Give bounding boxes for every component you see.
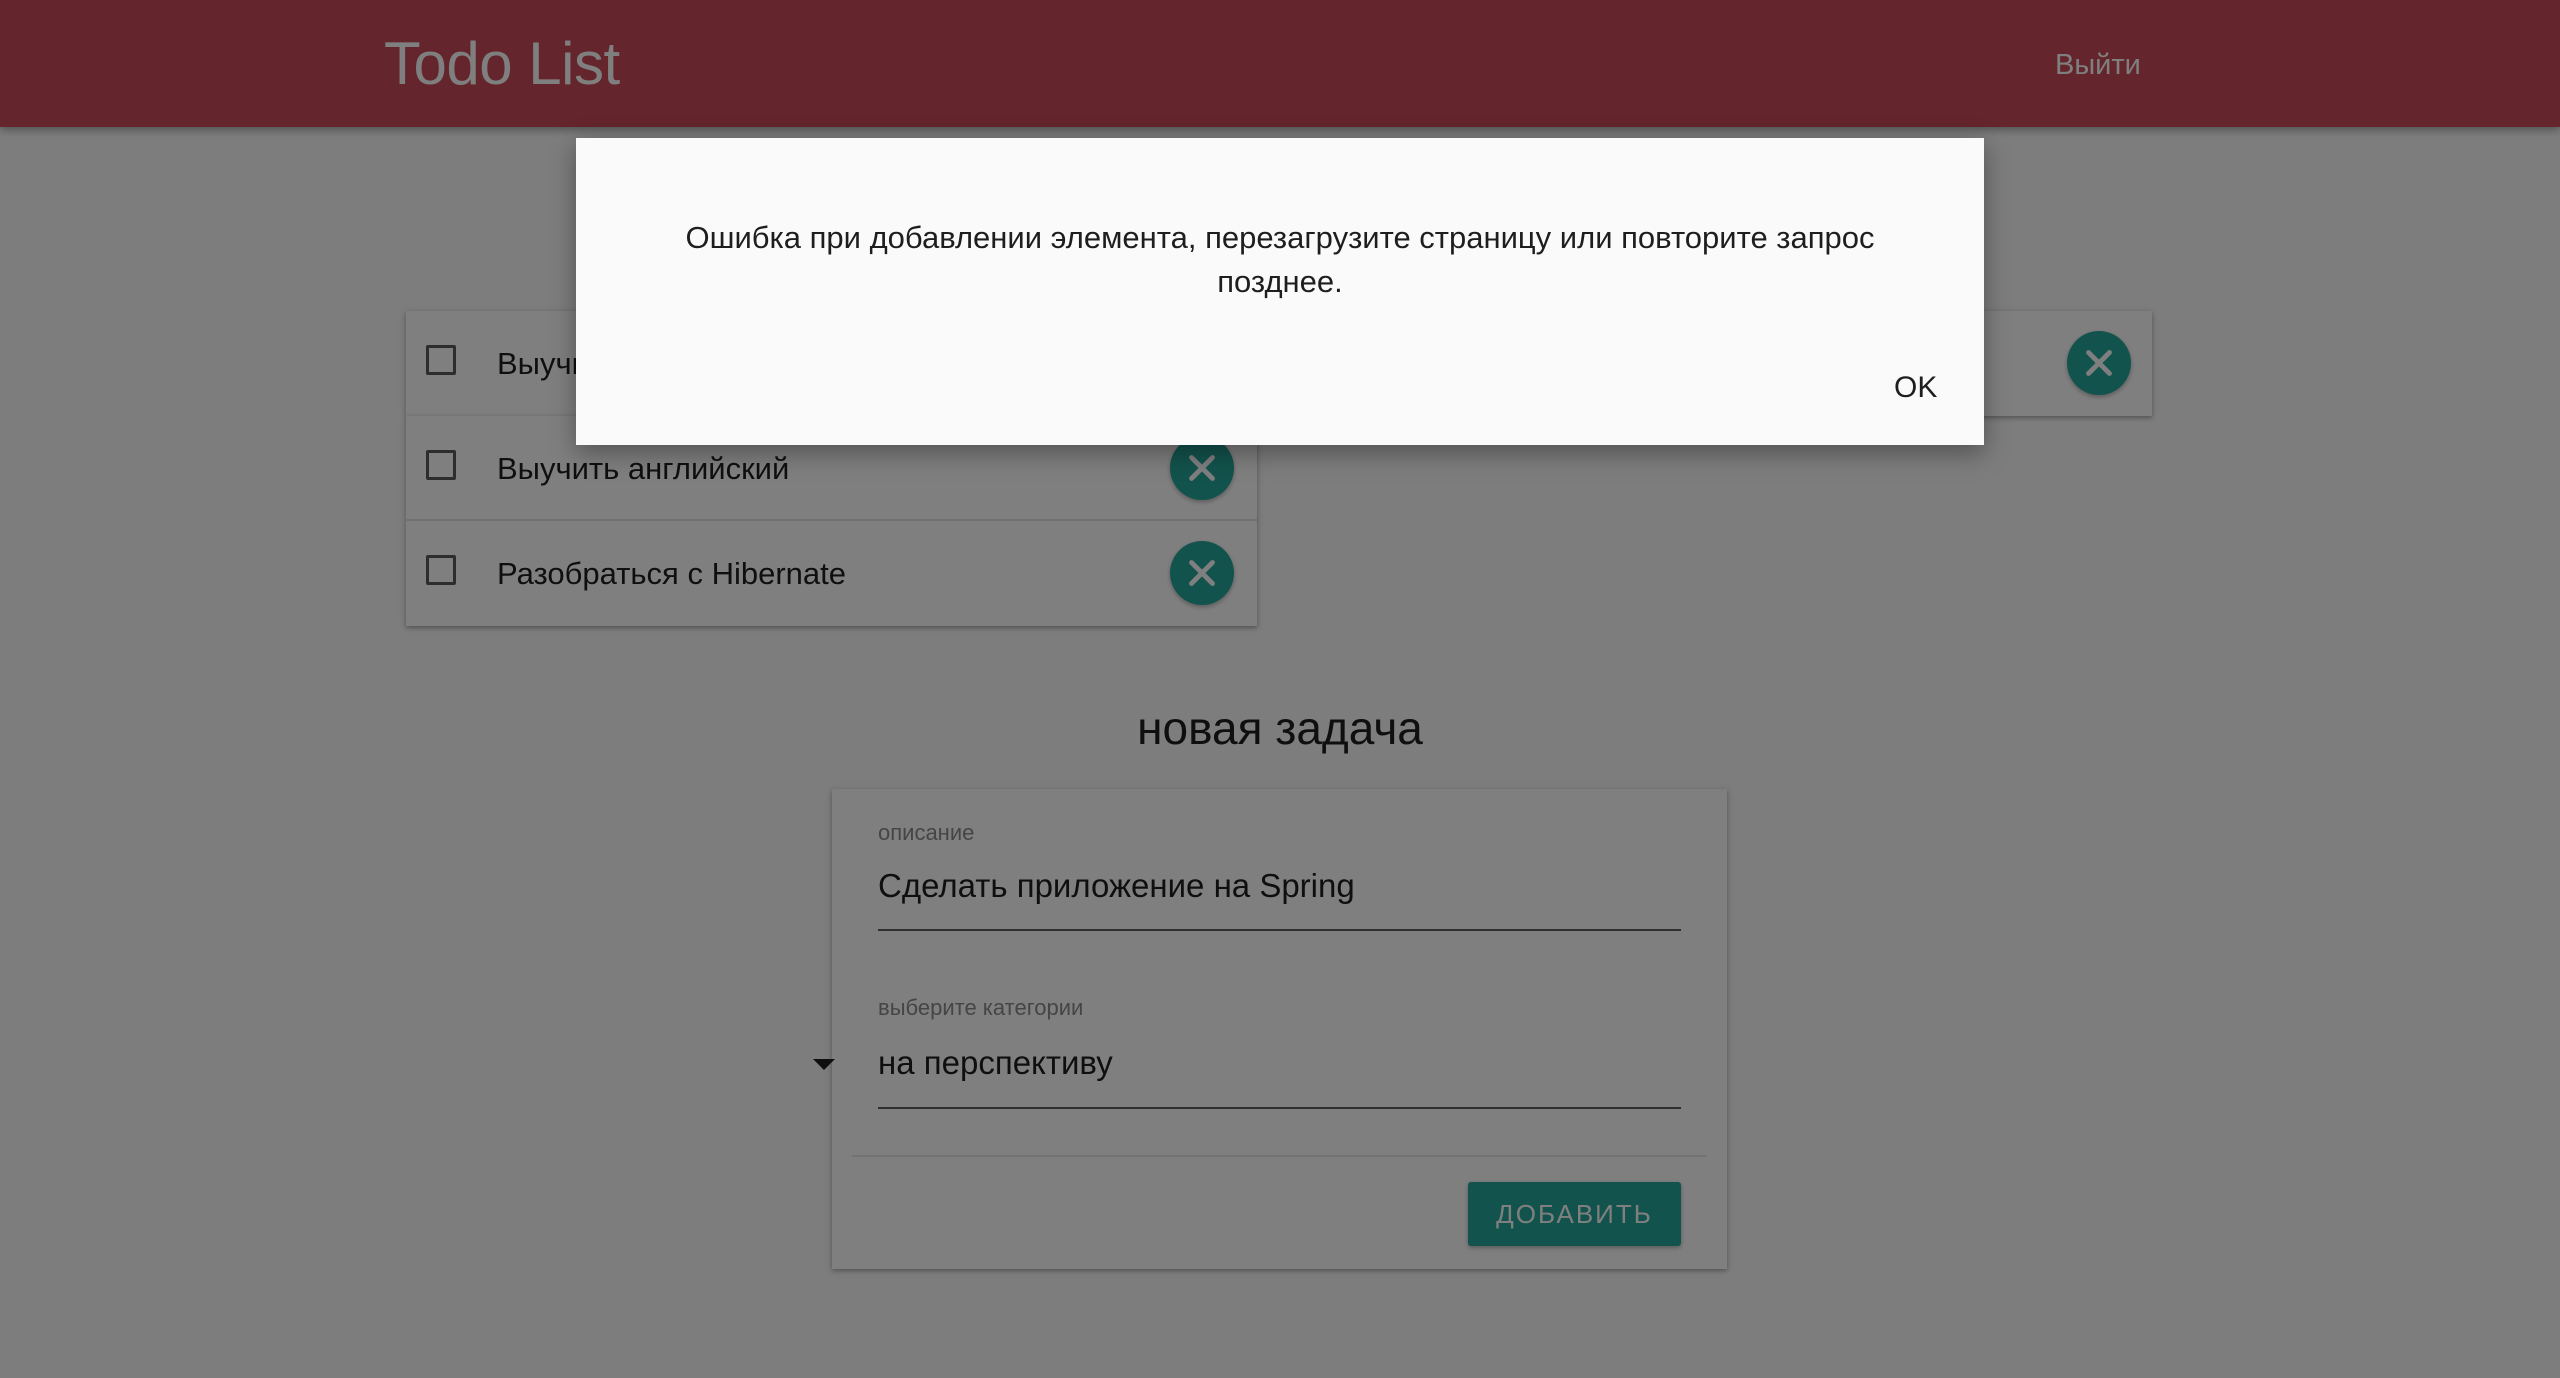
dialog-ok-button[interactable]: OK — [1894, 368, 1937, 408]
dialog-message: Ошибка при добавлении элемента, перезагр… — [685, 220, 1875, 299]
app-root: Todo List Выйти Выучи Выучить английский — [0, 0, 2560, 1378]
error-dialog: Ошибка при добавлении элемента, перезагр… — [576, 138, 1984, 445]
